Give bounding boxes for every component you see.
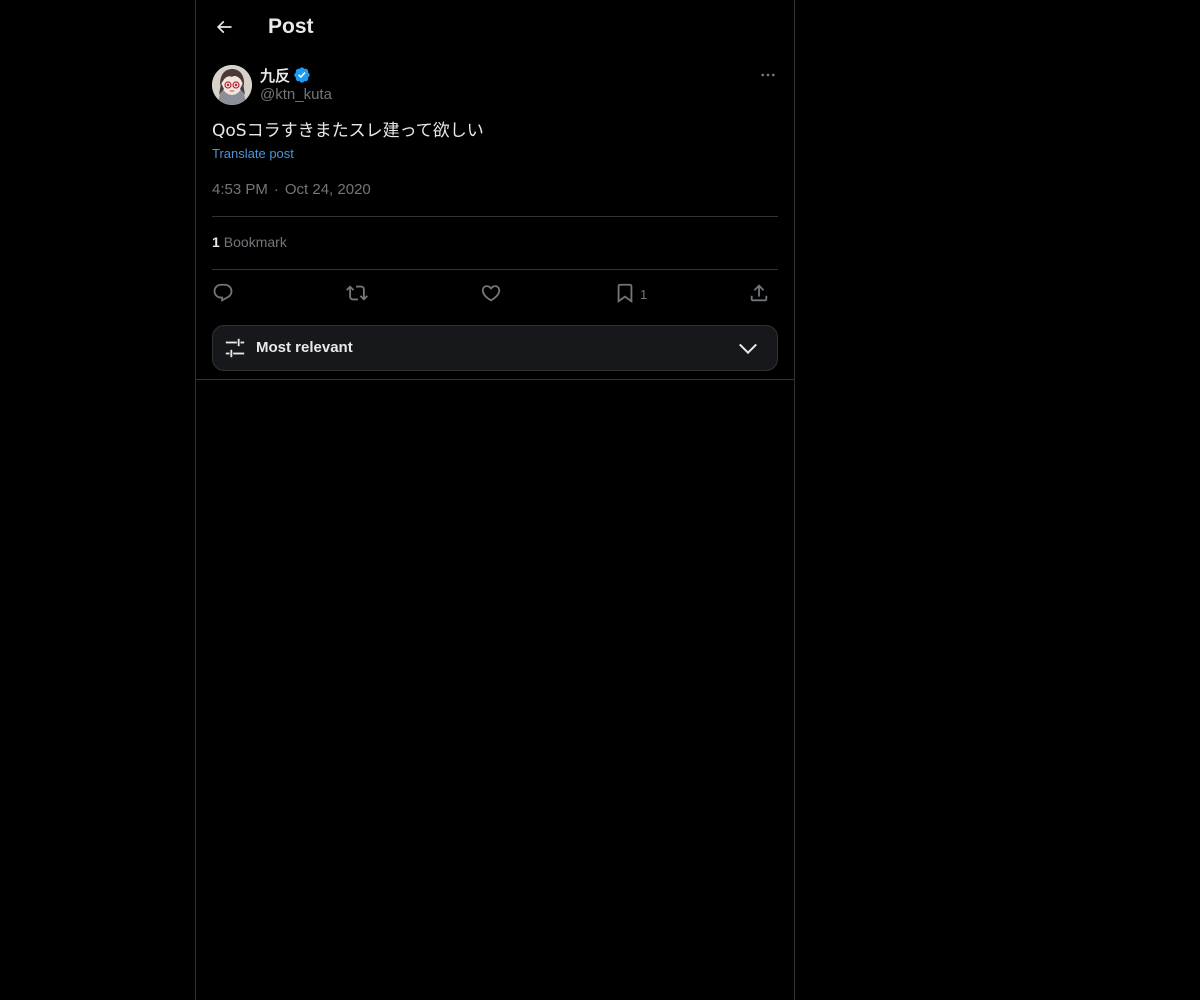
- share-button[interactable]: [748, 280, 770, 306]
- bookmark-stat[interactable]: 1 Bookmark: [212, 234, 287, 250]
- post-author: 九反 @ktn_kuta: [212, 65, 778, 107]
- verified-badge-icon: [294, 67, 310, 83]
- divider: [212, 216, 778, 217]
- avatar[interactable]: [212, 65, 252, 105]
- arrow-left-icon: [216, 20, 232, 34]
- like-button[interactable]: [480, 280, 502, 306]
- display-name-wrap: 九反: [260, 65, 311, 85]
- repost-icon: [346, 285, 368, 301]
- bookmark-icon: [617, 283, 633, 304]
- bookmark-button[interactable]: 1: [614, 280, 647, 306]
- main-column: Post 九反 @ktn_kuta QoSコラすきまたスレ建って欲しい Tran…: [195, 0, 795, 1000]
- post-timestamp[interactable]: 4:53 PM · Oct 24, 2020: [212, 181, 371, 198]
- divider: [212, 269, 778, 270]
- chevron-down-icon: [739, 343, 757, 355]
- bookmark-stat-label: Bookmark: [223, 234, 287, 250]
- action-bar: 1: [212, 280, 778, 306]
- repost-button[interactable]: [346, 280, 368, 306]
- bookmark-count: 1: [640, 286, 648, 302]
- heart-icon: [481, 285, 501, 302]
- post-time[interactable]: 4:53 PM: [212, 181, 268, 198]
- author-handle[interactable]: @ktn_kuta: [260, 86, 332, 103]
- reply-button[interactable]: [212, 280, 234, 306]
- display-name[interactable]: 九反: [260, 65, 290, 86]
- post-date[interactable]: Oct 24, 2020: [285, 181, 371, 198]
- share-icon: [750, 284, 768, 302]
- meta-separator: ·: [273, 181, 279, 198]
- more-horizontal-icon: [761, 73, 775, 77]
- sort-label: Most relevant: [256, 339, 353, 356]
- reply-icon: [213, 283, 233, 302]
- post-text: QoSコラすきまたスレ建って欲しい: [212, 121, 484, 141]
- translate-post-link[interactable]: Translate post: [212, 146, 294, 161]
- bookmark-stat-count: 1: [212, 234, 220, 250]
- section-divider: [196, 379, 794, 380]
- back-button[interactable]: [208, 11, 240, 43]
- more-options-button[interactable]: [758, 65, 778, 85]
- page-header: Post: [196, 0, 794, 54]
- sort-replies-dropdown[interactable]: Most relevant: [212, 325, 778, 371]
- page-title: Post: [268, 15, 314, 38]
- sliders-icon: [225, 338, 245, 358]
